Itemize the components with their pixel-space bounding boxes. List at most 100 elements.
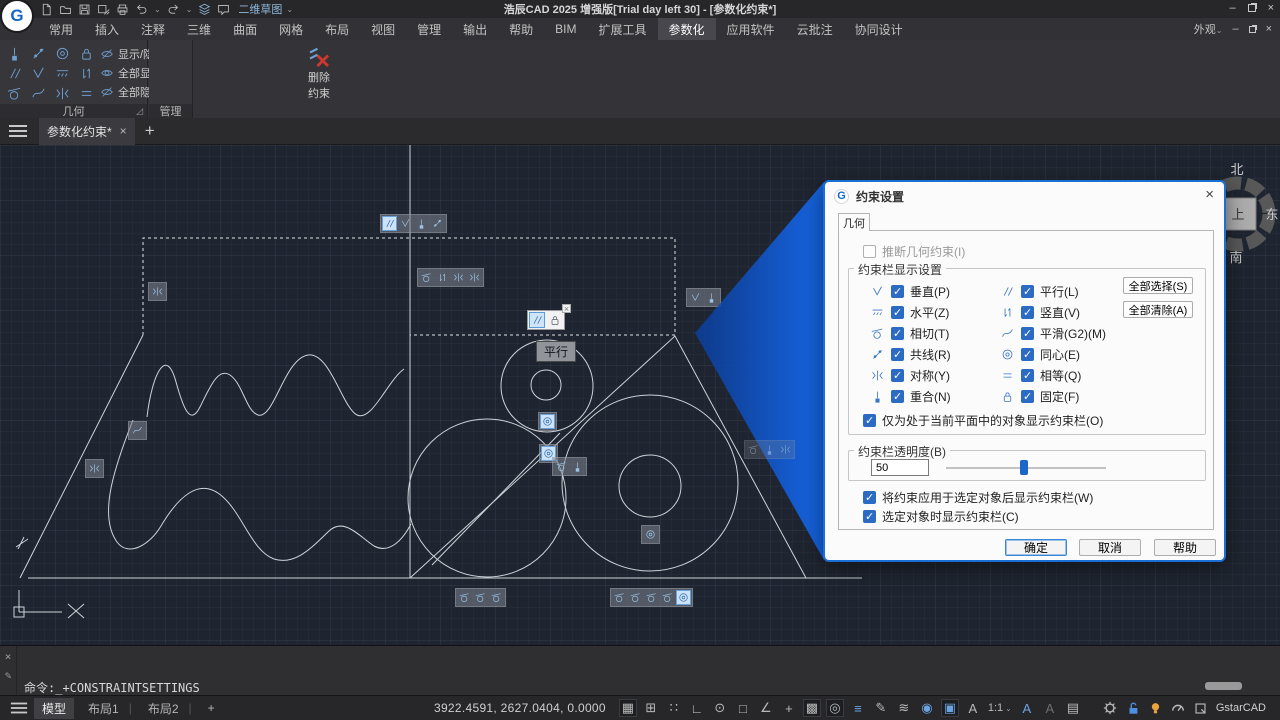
tangent-badge-icon[interactable] xyxy=(660,590,675,605)
perpendicular-badge-icon[interactable] xyxy=(688,290,703,305)
equal-constraint-button[interactable] xyxy=(74,83,98,103)
symmetric-badge-icon[interactable] xyxy=(778,442,793,457)
close-icon[interactable]: × xyxy=(562,304,571,313)
panel-launcher-icon[interactable]: ◿ xyxy=(136,106,143,117)
tab-canshuhua[interactable]: 参数化 xyxy=(658,18,716,40)
unlock-icon[interactable] xyxy=(1126,701,1140,715)
perpendicular-constraint-button[interactable] xyxy=(26,63,50,83)
show-after-apply-checkbox[interactable]: 将约束应用于选定对象后显示约束栏(W) xyxy=(863,489,1093,506)
smooth-constraint-button[interactable] xyxy=(26,83,50,103)
selected-constraint-bar[interactable]: × xyxy=(527,310,565,330)
checkbox-icon[interactable] xyxy=(863,245,876,258)
tangent-badge-icon[interactable] xyxy=(457,590,472,605)
select-all-button[interactable]: 全部选择(S) xyxy=(1123,277,1193,294)
constraint-badge[interactable] xyxy=(641,525,660,544)
appearance-menu[interactable]: 外观⌄ xyxy=(1194,21,1223,37)
concentric-badge-icon[interactable] xyxy=(643,527,658,542)
checkbox-icon[interactable] xyxy=(891,327,904,340)
lineweight-icon[interactable]: ≡ xyxy=(850,701,866,716)
delete-constraints-button[interactable]: 删除 约束 xyxy=(299,40,339,104)
annotation-visibility-icon[interactable]: A xyxy=(965,701,981,716)
dynamic-input-icon[interactable]: ✎ xyxy=(873,700,889,716)
app-logo[interactable]: G xyxy=(2,1,32,31)
save-icon[interactable] xyxy=(78,3,91,16)
checkbox-icon[interactable] xyxy=(1021,285,1034,298)
tab-yingyongruanjian[interactable]: 应用软件 xyxy=(716,18,786,40)
colinear-constraint-button[interactable] xyxy=(26,43,50,63)
ok-button[interactable]: 确定 xyxy=(1005,539,1067,556)
open-file-icon[interactable] xyxy=(59,3,72,16)
parallel-badge-icon[interactable] xyxy=(382,216,397,231)
coincident-badge-icon[interactable] xyxy=(704,290,719,305)
constraint-display-icon[interactable]: ◎ xyxy=(827,700,843,716)
concentric-badge-icon[interactable] xyxy=(676,590,691,605)
tab-guanli[interactable]: 管理 xyxy=(406,18,452,40)
symmetric-badge-icon[interactable] xyxy=(451,270,466,285)
tangent-badge-icon[interactable] xyxy=(746,442,761,457)
colinear-badge-icon[interactable] xyxy=(430,216,445,231)
tab-sanwei[interactable]: 三维 xyxy=(176,18,222,40)
layout2-tab[interactable]: 布局2 xyxy=(140,698,187,719)
symmetric-checkbox-row[interactable]: 对称(Y) xyxy=(869,367,950,384)
perpendicular-checkbox-row[interactable]: 垂直(P) xyxy=(869,283,950,300)
coincident-checkbox-row[interactable]: 重合(N) xyxy=(869,388,951,405)
layer-control-icon[interactable]: ≋ xyxy=(896,700,912,716)
transparency-input[interactable] xyxy=(871,459,929,476)
doc-restore-button[interactable] xyxy=(1249,26,1256,33)
restore-button[interactable] xyxy=(1248,4,1256,12)
concentric-constraint-button[interactable] xyxy=(50,43,74,63)
angle-snap-icon[interactable]: ∠ xyxy=(758,700,774,716)
concentric-badge-icon[interactable] xyxy=(540,414,555,429)
tab-shitu[interactable]: 视图 xyxy=(360,18,406,40)
hatch-display-icon[interactable]: ▩ xyxy=(804,700,820,716)
doc-tab-close-icon[interactable]: × xyxy=(120,124,127,138)
clean-screen-icon[interactable] xyxy=(1194,702,1207,715)
model-tab[interactable]: 模型 xyxy=(34,698,74,719)
document-tab[interactable]: 参数化约束* × xyxy=(39,118,135,145)
redo-dropdown-icon[interactable]: ⌄ xyxy=(186,5,193,14)
constraint-bar[interactable] xyxy=(610,588,693,607)
status-menu-icon[interactable] xyxy=(11,703,27,714)
checkbox-icon[interactable] xyxy=(891,306,904,319)
undo-icon[interactable] xyxy=(135,3,148,16)
symmetric-badge-icon[interactable] xyxy=(150,284,165,299)
smooth-badge-icon[interactable] xyxy=(130,423,145,438)
constraint-bar[interactable] xyxy=(380,214,447,233)
constraint-bar[interactable] xyxy=(744,440,795,459)
print-icon[interactable] xyxy=(116,3,129,16)
layers-icon[interactable] xyxy=(198,3,211,16)
new-document-button[interactable]: + xyxy=(145,121,155,141)
dialog-title-bar[interactable]: G 约束设置 × xyxy=(825,182,1224,210)
tangent-badge-icon[interactable] xyxy=(489,590,504,605)
perpendicular-badge-icon[interactable] xyxy=(398,216,413,231)
checkbox-icon[interactable] xyxy=(863,491,876,504)
doc-close-button[interactable]: × xyxy=(1266,23,1272,35)
constraint-bar[interactable] xyxy=(686,288,721,307)
constraint-bar[interactable] xyxy=(417,268,484,287)
checkbox-icon[interactable] xyxy=(891,348,904,361)
save-as-icon[interactable] xyxy=(97,3,110,16)
tab-wangge[interactable]: 网格 xyxy=(268,18,314,40)
geometry-panel-label[interactable]: 几何 ◿ xyxy=(0,104,147,118)
table-display-icon[interactable]: ▤ xyxy=(1065,700,1081,716)
constraint-badge[interactable] xyxy=(128,421,147,440)
object-snap-icon[interactable]: + xyxy=(781,701,797,716)
checkbox-icon[interactable] xyxy=(891,390,904,403)
symmetric-badge-icon[interactable] xyxy=(87,461,102,476)
vertical-constraint-button[interactable] xyxy=(74,63,98,83)
help-button[interactable]: 帮助 xyxy=(1154,539,1216,556)
manage-panel-label[interactable]: 管理 xyxy=(149,104,192,118)
symmetric-badge-icon[interactable] xyxy=(467,270,482,285)
vertical-checkbox-row[interactable]: 竖直(V) xyxy=(999,304,1080,321)
coincident-constraint-button[interactable] xyxy=(2,43,26,63)
transparency-slider-handle[interactable] xyxy=(1020,460,1028,475)
redo-icon[interactable] xyxy=(167,3,180,16)
tab-shuchu[interactable]: 输出 xyxy=(452,18,498,40)
horizontal-checkbox-row[interactable]: 水平(Z) xyxy=(869,304,949,321)
tangent-badge-icon[interactable] xyxy=(612,590,627,605)
performance-gauge-icon[interactable] xyxy=(1171,701,1185,715)
tab-changyong[interactable]: 常用 xyxy=(38,18,84,40)
annotation-sync-icon[interactable]: A xyxy=(1042,701,1058,716)
command-line-panel[interactable]: × ✎ 命令:_+CONSTRAINTSETTINGS 选项卡索引 <0>:0 … xyxy=(0,645,1280,695)
tangent-badge-icon[interactable] xyxy=(473,590,488,605)
